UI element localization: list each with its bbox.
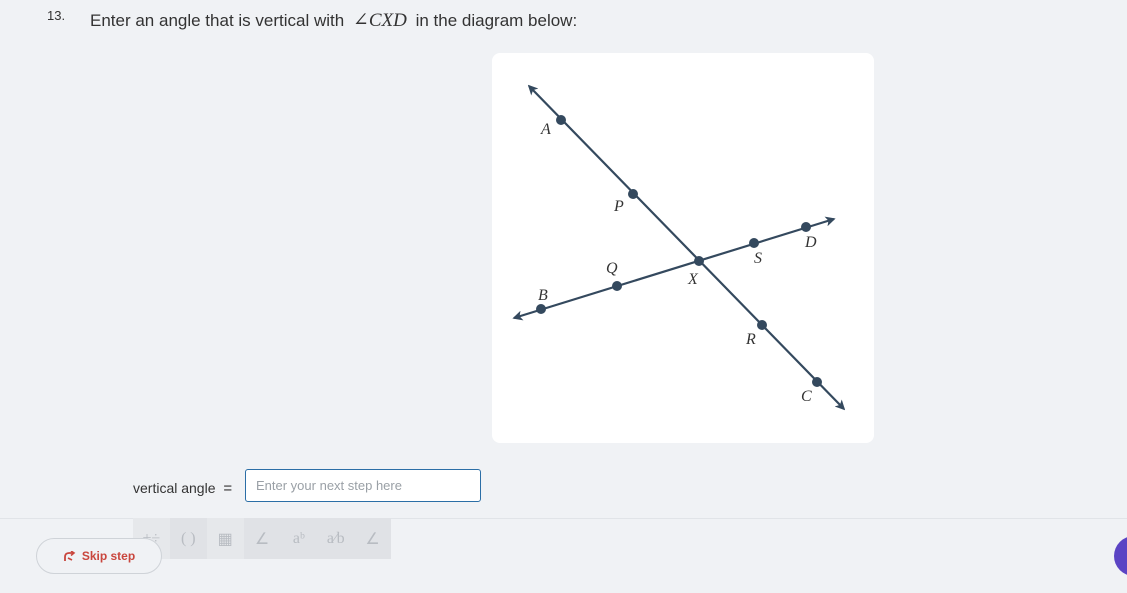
- diagram-card: A P X R C B Q S D: [492, 53, 874, 443]
- label-c: C: [801, 388, 812, 405]
- label-s: S: [754, 250, 762, 267]
- point-p: [628, 189, 638, 199]
- math-toolbar: ±÷ ( ) ▦ ∠ aᵇ a⁄b ∠: [133, 518, 391, 559]
- exponent-icon[interactable]: aᵇ: [280, 518, 317, 559]
- angle-icon[interactable]: ∠: [244, 518, 281, 559]
- matrix-icon[interactable]: ▦: [206, 518, 244, 559]
- skip-step-button[interactable]: Skip step: [36, 538, 162, 574]
- point-b: [536, 304, 546, 314]
- prompt-text-after: in the diagram below:: [415, 11, 578, 30]
- question-prompt: Enter an angle that is vertical with ∠CX…: [90, 9, 577, 32]
- prompt-math: ∠CXD: [349, 10, 411, 31]
- help-chat-button[interactable]: [1114, 536, 1127, 576]
- parentheses-icon[interactable]: ( ): [170, 518, 207, 559]
- measured-angle-icon[interactable]: ∠: [354, 518, 391, 559]
- point-a: [556, 115, 566, 125]
- answer-input[interactable]: [245, 469, 481, 502]
- angle-symbol: ∠: [352, 10, 369, 31]
- label-d: D: [804, 234, 817, 251]
- point-s: [749, 238, 759, 248]
- point-x: [694, 256, 704, 266]
- skip-arrow-icon: [63, 550, 76, 562]
- label-x: X: [687, 271, 699, 288]
- equals-sign: =: [223, 480, 233, 497]
- line-ac: [527, 84, 846, 411]
- point-d: [801, 222, 811, 232]
- prompt-text-before: Enter an angle that is vertical with: [90, 11, 345, 30]
- label-q: Q: [606, 260, 618, 277]
- label-a: A: [540, 121, 551, 138]
- label-r: R: [745, 331, 756, 348]
- question-number: 13.: [47, 8, 66, 23]
- label-p: P: [613, 198, 624, 215]
- angle-name: CXD: [368, 10, 407, 31]
- point-r: [757, 320, 767, 330]
- label-b: B: [538, 287, 548, 304]
- point-q: [612, 281, 622, 291]
- answer-label: vertical angle =: [133, 480, 232, 497]
- fraction-icon[interactable]: a⁄b: [317, 518, 354, 559]
- answer-label-text: vertical angle: [133, 480, 216, 496]
- skip-step-label: Skip step: [81, 549, 136, 563]
- line-diagram: A P X R C B Q S D: [512, 84, 846, 411]
- point-c: [812, 377, 822, 387]
